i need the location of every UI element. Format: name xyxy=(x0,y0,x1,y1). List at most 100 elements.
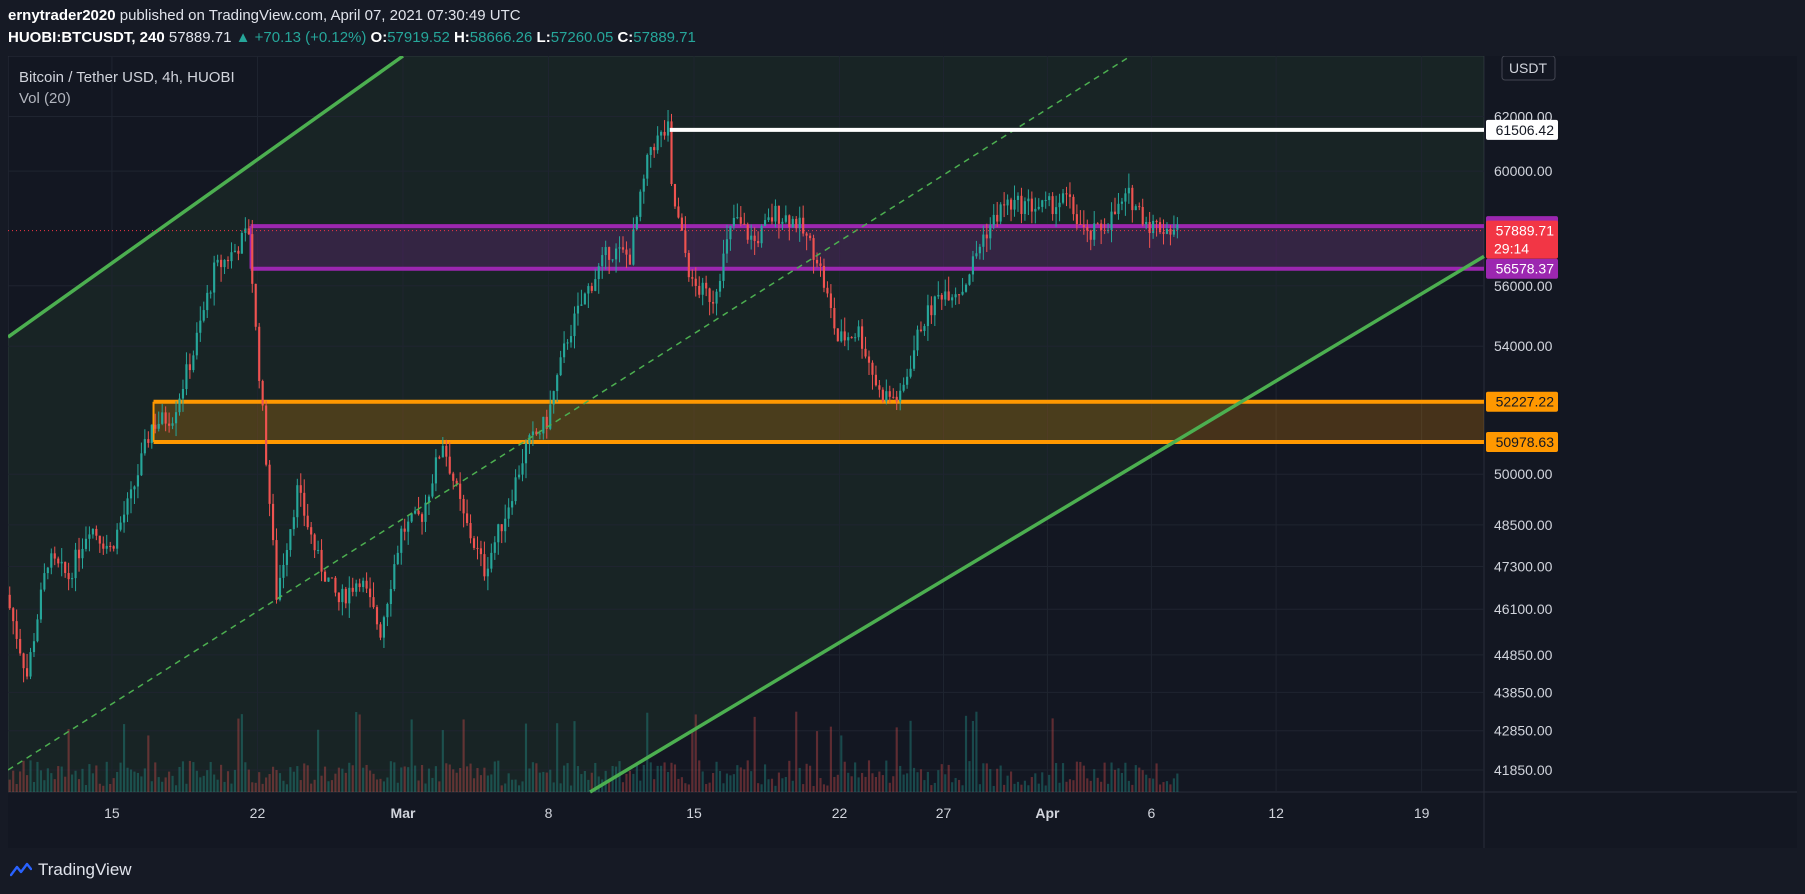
candle-body xyxy=(317,549,320,551)
candle-body xyxy=(750,235,753,240)
volume-bar xyxy=(424,783,427,792)
volume-bar xyxy=(871,773,874,792)
candle-body xyxy=(327,577,330,582)
candle-body xyxy=(569,336,573,343)
volume-bar xyxy=(1131,784,1134,792)
candle-body xyxy=(739,217,742,224)
candle-body xyxy=(174,412,178,424)
candle-body xyxy=(206,292,209,311)
volume-bar xyxy=(150,781,153,792)
volume-bar xyxy=(1086,778,1089,792)
candle-body xyxy=(223,259,226,268)
candle-body xyxy=(60,561,63,564)
volume-bar xyxy=(746,760,749,792)
candle-body xyxy=(351,587,354,592)
currency-button[interactable]: USDT xyxy=(1501,56,1556,81)
candle-body xyxy=(511,501,514,508)
volume-bar xyxy=(223,781,226,792)
candle-body xyxy=(774,205,777,222)
volume-bar xyxy=(549,769,552,792)
candle-body xyxy=(1003,204,1006,206)
candle-body xyxy=(847,337,850,341)
candle-body xyxy=(81,548,84,559)
candle-body xyxy=(944,291,947,300)
candle-body xyxy=(216,259,219,263)
zone-low-badge-orange: 50978.63 xyxy=(1486,431,1558,452)
volume-bar xyxy=(836,774,839,792)
volume-bar xyxy=(462,719,465,792)
volume-bar xyxy=(854,762,857,792)
volume-bar xyxy=(826,785,829,792)
volume-bar xyxy=(552,782,555,792)
volume-bar xyxy=(320,775,323,792)
candle-body xyxy=(996,214,999,222)
candle-body xyxy=(1089,230,1092,240)
volume-bar xyxy=(209,762,212,792)
chart-frame[interactable]: 62000.00 60000.00 56000.00 54000.00 50000.00… xyxy=(8,56,1797,848)
zone-low-badge-purple: 56578.37 xyxy=(1486,258,1558,279)
candle-body xyxy=(209,292,212,294)
candle-body xyxy=(1120,201,1124,204)
zone-high-badge-orange: 52227.22 xyxy=(1486,391,1558,412)
volume-bar xyxy=(81,768,84,792)
candle-body xyxy=(268,464,271,504)
candle-body xyxy=(777,205,780,224)
candle-body xyxy=(140,453,143,476)
candle-body xyxy=(476,547,479,549)
volume-bar xyxy=(1003,784,1006,792)
volume-bar xyxy=(8,779,11,792)
candle-body xyxy=(770,217,774,222)
candle-body xyxy=(559,357,562,376)
volume-bar xyxy=(712,773,715,792)
candle-body xyxy=(1148,221,1151,234)
volume-bar xyxy=(379,778,382,792)
candle-body xyxy=(732,217,735,226)
volume-bar xyxy=(732,774,735,792)
candle-body xyxy=(448,456,451,474)
volume-bar xyxy=(1061,763,1065,792)
volume-bar xyxy=(497,760,500,792)
candle-body xyxy=(161,412,164,424)
volume-bar xyxy=(971,720,975,792)
time-tick-label: 22 xyxy=(250,805,266,821)
author-name[interactable]: ernytrader2020 xyxy=(8,7,116,24)
candle-body xyxy=(999,204,1002,222)
volume-bar xyxy=(1093,769,1096,792)
candle-body xyxy=(819,263,822,266)
candle-body xyxy=(795,218,798,229)
candle-body xyxy=(1034,208,1037,212)
volume-bar xyxy=(1048,774,1051,792)
candle-body xyxy=(809,235,812,239)
volume-bar xyxy=(864,776,867,792)
volume-bar xyxy=(216,779,219,792)
candle-body xyxy=(486,568,489,577)
high-label: H: xyxy=(453,29,470,46)
candle-body xyxy=(1051,196,1054,215)
footer-brand[interactable]: TradingView xyxy=(10,860,132,880)
volume-bar xyxy=(434,766,437,792)
volume-bar xyxy=(129,769,133,792)
volume-bar xyxy=(206,770,209,792)
candle-body xyxy=(247,228,250,235)
volume-bar xyxy=(583,770,586,792)
candle-body xyxy=(12,608,15,622)
candle-body xyxy=(822,265,826,288)
volume-bar xyxy=(653,779,656,792)
volume-bar xyxy=(375,779,379,792)
volume-bar xyxy=(1172,778,1175,792)
volume-bar xyxy=(285,784,288,792)
price-tick-label: 42850.00 xyxy=(1494,723,1553,739)
volume-bar xyxy=(992,785,995,792)
resistance-badge: 61506.42 xyxy=(1486,119,1558,140)
volume-bar xyxy=(469,763,472,792)
candle-body xyxy=(133,486,136,490)
candle-body xyxy=(490,552,493,569)
candle-body xyxy=(874,374,878,386)
volume-bar xyxy=(670,762,673,792)
candle-body xyxy=(812,238,815,260)
price-chart[interactable]: 62000.0060000.0056000.0054000.0050000.00… xyxy=(8,56,1797,848)
volume-bar xyxy=(531,762,534,792)
volume-bar xyxy=(126,767,129,792)
price-tick-label: 43850.00 xyxy=(1494,684,1553,700)
candle-body xyxy=(902,384,905,391)
